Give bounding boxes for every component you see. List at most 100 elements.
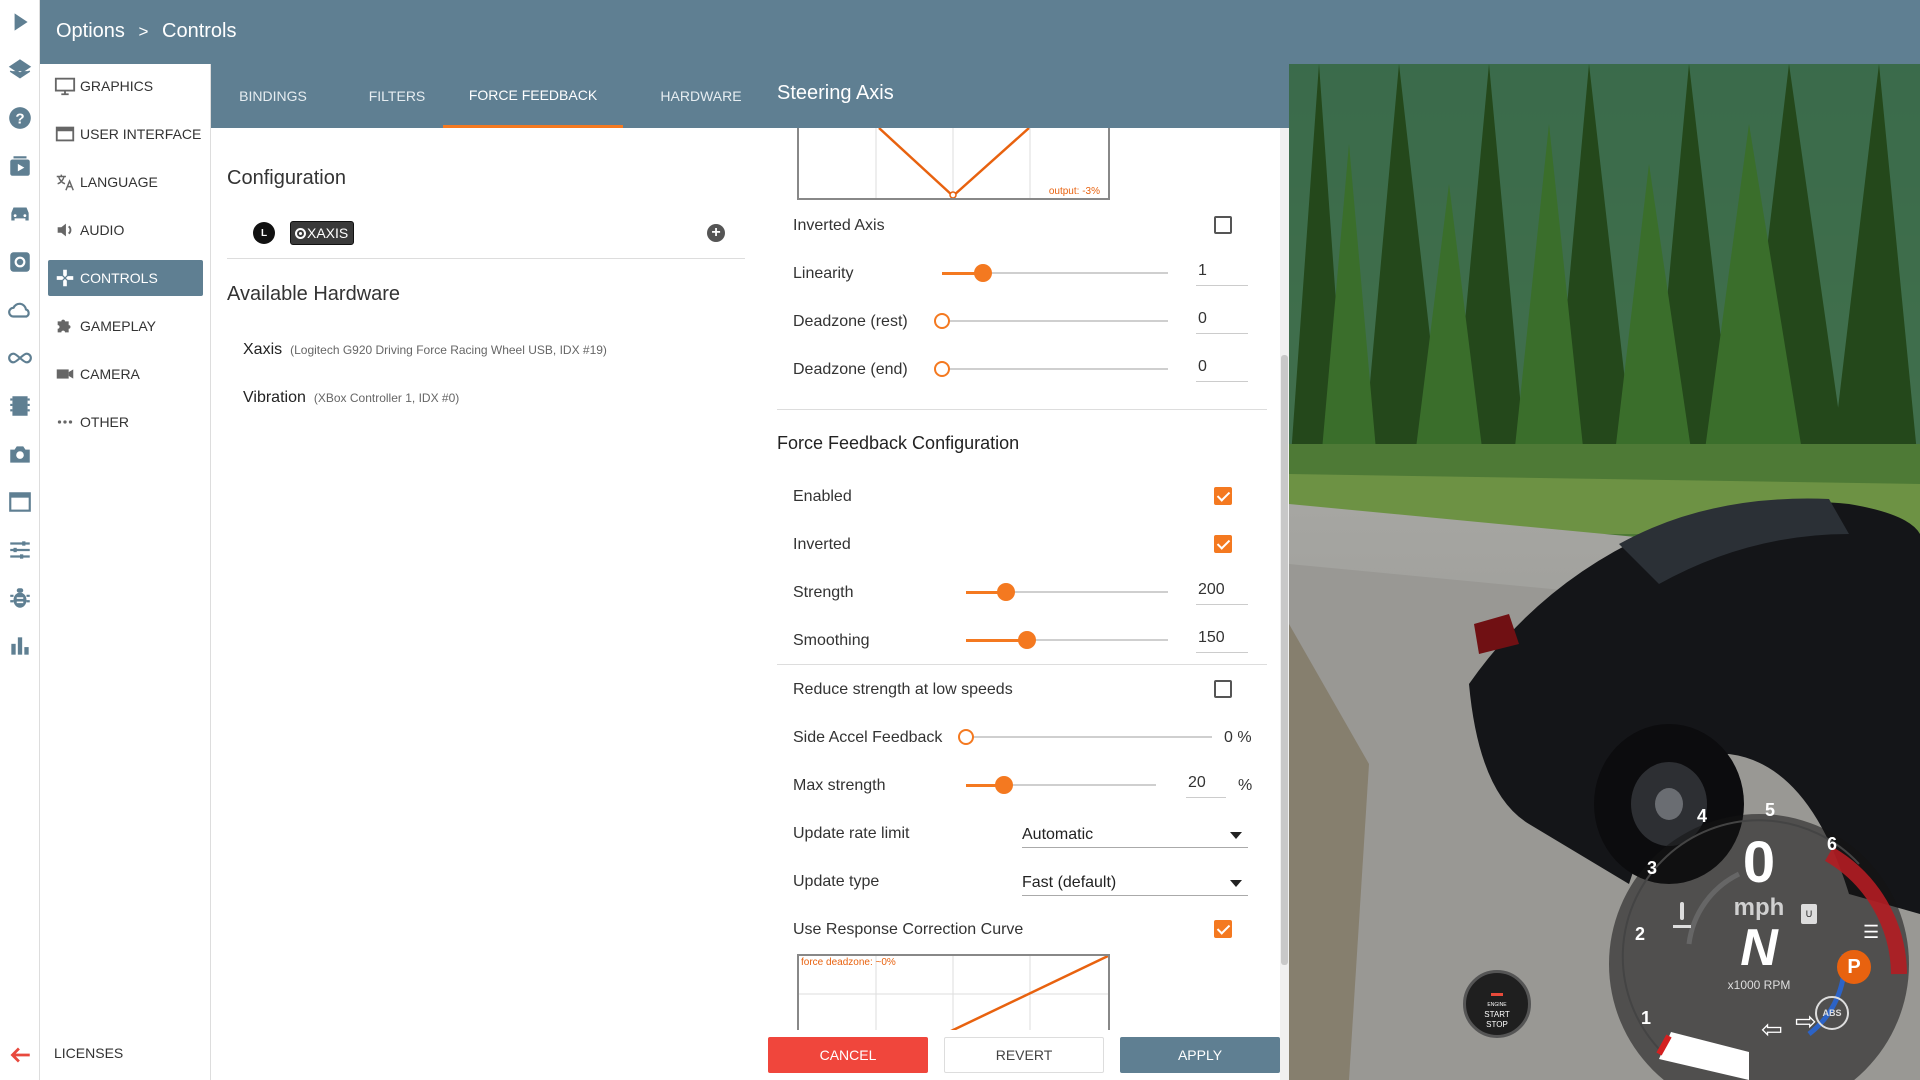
slider-thumb[interactable] xyxy=(995,776,1013,794)
category-audio[interactable]: AUDIO xyxy=(48,212,203,248)
tab-force-feedback[interactable]: FORCE FEEDBACK xyxy=(443,64,623,128)
category-other[interactable]: OTHER xyxy=(48,404,203,440)
videocam-icon xyxy=(56,369,74,379)
car-icon[interactable] xyxy=(4,198,36,230)
camera-icon[interactable] xyxy=(4,438,36,470)
deadzone-end-value[interactable]: 0 xyxy=(1196,354,1248,382)
section-divider xyxy=(777,409,1267,410)
licenses-link[interactable]: LICENSES xyxy=(54,1045,123,1061)
max-strength-unit: % xyxy=(1238,777,1253,794)
max-strength-slider[interactable] xyxy=(966,776,1156,794)
linearity-label: Linearity xyxy=(793,265,854,282)
axis-graph: output: -3% xyxy=(797,128,1110,200)
gear-readout: N xyxy=(1740,919,1778,977)
tab-hardware[interactable]: HARDWARE xyxy=(631,64,771,128)
deadzone-rest-slider[interactable] xyxy=(934,313,1168,329)
engine-btn-line: ENGINE xyxy=(1487,1002,1507,1008)
curve-label: force deadzone: ~0% xyxy=(801,957,896,968)
parking-brake-icon: P xyxy=(1837,950,1871,984)
strength-label: Strength xyxy=(793,584,854,601)
slider-thumb[interactable] xyxy=(934,361,950,377)
video-play-icon[interactable] xyxy=(4,150,36,182)
bar-chart-icon[interactable] xyxy=(4,630,36,662)
bug-icon[interactable] xyxy=(4,582,36,614)
gauge-tick-3: 3 xyxy=(1647,858,1658,878)
slider-thumb[interactable] xyxy=(973,264,992,282)
add-binding-icon[interactable]: + xyxy=(707,224,725,242)
film-icon[interactable] xyxy=(4,390,36,422)
apply-button[interactable]: APPLY xyxy=(1120,1037,1280,1073)
gauge-tick-1: 1 xyxy=(1641,1008,1652,1028)
update-type-value: Fast (default) xyxy=(1022,874,1117,891)
strength-slider[interactable] xyxy=(966,583,1168,601)
side-accel-slider[interactable] xyxy=(958,729,1212,745)
category-camera[interactable]: CAMERA xyxy=(48,356,203,392)
axis-circle-icon xyxy=(295,227,306,239)
inverted-axis-checkbox[interactable] xyxy=(1214,216,1232,234)
revert-button[interactable]: REVERT xyxy=(944,1037,1104,1073)
update-rate-select[interactable]: Automatic xyxy=(1022,820,1248,848)
enabled-checkbox[interactable] xyxy=(1214,487,1232,505)
layers-icon[interactable] xyxy=(4,54,36,86)
smoothing-value[interactable]: 150 xyxy=(1196,625,1248,653)
tab-filters[interactable]: FILTERS xyxy=(335,64,459,128)
smoothing-slider[interactable] xyxy=(966,631,1168,649)
play-icon[interactable] xyxy=(4,6,36,38)
parking-label: P xyxy=(1847,956,1861,978)
sliders-icon[interactable] xyxy=(4,534,36,566)
slider-thumb[interactable] xyxy=(1017,631,1036,649)
deadzone-end-slider[interactable] xyxy=(934,361,1168,377)
update-rate-label: Update rate limit xyxy=(793,825,910,842)
slider-thumb[interactable] xyxy=(934,313,950,329)
dropdown-arrow-icon xyxy=(1230,880,1242,887)
engine-start-button[interactable]: ENGINE START STOP xyxy=(1463,970,1531,1038)
engine-indicator xyxy=(1491,993,1503,996)
max-strength-value[interactable]: 20 xyxy=(1186,770,1226,798)
linearity-value[interactable]: 1 xyxy=(1196,258,1248,286)
back-arrow-icon[interactable] xyxy=(4,1039,36,1071)
hardware-item[interactable]: Xaxis (Logitech G920 Driving Force Racing… xyxy=(243,341,607,359)
category-gameplay[interactable]: GAMEPLAY xyxy=(48,308,203,344)
max-strength-label: Max strength xyxy=(793,777,886,794)
response-curve-checkbox[interactable] xyxy=(1214,920,1232,938)
category-user-interface[interactable]: USER INTERFACE xyxy=(48,116,203,152)
slider-thumb[interactable] xyxy=(997,583,1016,601)
category-language[interactable]: LANGUAGE xyxy=(48,164,203,200)
side-accel-value: 0 % xyxy=(1224,729,1252,746)
side-accel-label: Side Accel Feedback xyxy=(793,729,943,746)
update-type-select[interactable]: Fast (default) xyxy=(1022,868,1248,896)
inverted-checkbox[interactable] xyxy=(1214,535,1232,553)
category-graphics[interactable]: GRAPHICS xyxy=(48,68,203,104)
axis-graph-label: output: -3% xyxy=(1048,186,1100,197)
reduce-strength-checkbox[interactable] xyxy=(1214,680,1232,698)
cancel-button[interactable]: CANCEL xyxy=(768,1037,928,1073)
binding-chip[interactable]: XAXIS xyxy=(290,221,355,245)
top-bar xyxy=(40,0,1920,64)
strength-value[interactable]: 200 xyxy=(1196,577,1248,605)
gauge-tick-4: 4 xyxy=(1697,806,1708,826)
deadzone-rest-value[interactable]: 0 xyxy=(1196,306,1248,334)
tab-bindings[interactable]: BINDINGS xyxy=(211,64,335,128)
category-label: CAMERA xyxy=(80,366,140,382)
hardware-item[interactable]: Vibration (XBox Controller 1, IDX #0) xyxy=(243,389,459,407)
cloud-icon[interactable] xyxy=(4,294,36,326)
slider-thumb[interactable] xyxy=(958,729,974,745)
help-icon[interactable]: ? xyxy=(4,102,36,134)
category-label: AUDIO xyxy=(80,222,125,238)
infinity-icon[interactable] xyxy=(4,342,36,374)
scrollbar-thumb[interactable] xyxy=(1281,355,1288,965)
monitor-icon xyxy=(54,77,76,96)
settings-icon[interactable] xyxy=(4,246,36,278)
rpm-label: x1000 RPM xyxy=(1727,978,1791,992)
deadzone-end-label: Deadzone (end) xyxy=(793,361,908,378)
breadcrumb-options[interactable]: Options xyxy=(56,20,125,42)
window-icon[interactable] xyxy=(4,486,36,518)
linearity-slider[interactable] xyxy=(942,264,1168,282)
device-badge: L xyxy=(253,222,275,244)
inverted-label: Inverted xyxy=(793,536,851,553)
hardware-name: Xaxis xyxy=(243,341,283,358)
icon-rail: ? xyxy=(0,0,40,1080)
category-controls[interactable]: CONTROLS xyxy=(48,260,203,296)
gauge-tick-6: 6 xyxy=(1827,834,1838,854)
speed-unit: mph xyxy=(1733,894,1785,921)
